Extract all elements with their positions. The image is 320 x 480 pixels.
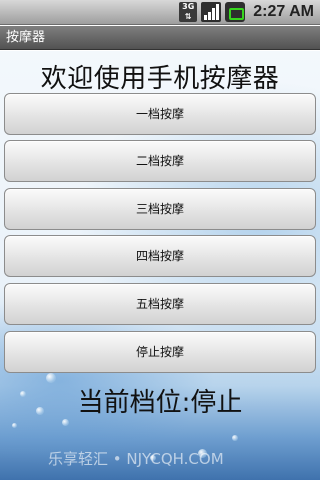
level-5-button[interactable]: 五档按摩 bbox=[4, 283, 316, 325]
level-2-button[interactable]: 二档按摩 bbox=[4, 140, 316, 182]
app-title: 按摩器 bbox=[6, 30, 46, 45]
status-bar: 3G ⇅ 2:27 AM bbox=[0, 0, 320, 25]
water-bubble bbox=[12, 423, 17, 428]
data-arrows-icon: ⇅ bbox=[184, 12, 192, 21]
main-content: 欢迎使用手机按摩器 一档按摩 二档按摩 三档按摩 四档按摩 五档按摩 停止按摩 … bbox=[0, 51, 320, 480]
signal-strength-icon bbox=[201, 2, 222, 22]
level-1-button[interactable]: 一档按摩 bbox=[4, 93, 316, 135]
water-bubble bbox=[232, 435, 238, 441]
battery-charging-icon bbox=[225, 2, 246, 22]
network-3g-icon: 3G ⇅ bbox=[179, 2, 198, 22]
app-title-bar: 按摩器 bbox=[0, 26, 320, 50]
network-type-label: 3G bbox=[182, 2, 195, 11]
status-icons: 3G ⇅ 2:27 AM bbox=[179, 2, 314, 22]
welcome-heading: 欢迎使用手机按摩器 bbox=[40, 64, 280, 94]
stop-button[interactable]: 停止按摩 bbox=[4, 331, 316, 373]
current-level-text: 当前档位:停止 bbox=[77, 388, 243, 418]
water-bubble bbox=[62, 419, 69, 426]
status-clock: 2:27 AM bbox=[253, 3, 314, 20]
level-4-button[interactable]: 四档按摩 bbox=[4, 235, 316, 277]
level-3-button[interactable]: 三档按摩 bbox=[4, 188, 316, 230]
watermark-text: 乐享轻汇 • NJYCQH.COM bbox=[48, 450, 224, 468]
